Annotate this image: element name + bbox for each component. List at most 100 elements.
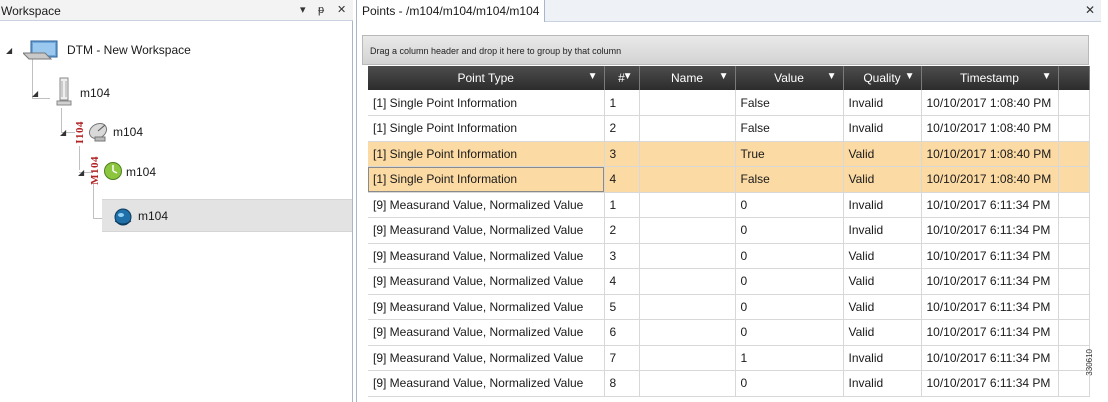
close-icon[interactable]: ✕ — [1085, 3, 1095, 17]
cell-value[interactable]: 0 — [735, 268, 844, 295]
cell-quality[interactable]: Invalid — [843, 192, 922, 218]
cell-quality[interactable]: Valid — [843, 294, 922, 320]
cell-point-type[interactable]: [1] Single Point Information — [368, 141, 605, 167]
cell-quality[interactable]: Valid — [843, 141, 922, 167]
cell-quality[interactable]: Valid — [843, 166, 922, 193]
column-header-point-type[interactable]: Point Type ▼ — [368, 66, 605, 90]
filter-icon[interactable]: ▼ — [827, 71, 837, 82]
expand-icon[interactable]: ◢ — [78, 168, 84, 177]
group-by-bar[interactable]: Drag a column header and drop it here to… — [362, 35, 1089, 65]
cell-name[interactable] — [639, 141, 736, 167]
cell-quality[interactable]: Invalid — [843, 345, 922, 371]
cell-number[interactable]: 1 — [604, 90, 640, 116]
cell-value[interactable]: 1 — [735, 345, 844, 371]
table-row[interactable]: [9] Measurand Value, Normalized Value 4 0 V… — [368, 268, 1090, 295]
cell-timestamp[interactable]: 10/10/2017 6:11:34 PM — [921, 345, 1059, 371]
cell-timestamp[interactable]: 10/10/2017 6:11:34 PM — [921, 243, 1059, 269]
pin-icon[interactable]: ᵽ — [318, 3, 324, 17]
cell-number[interactable]: 2 — [604, 217, 640, 244]
cell-quality[interactable]: Valid — [843, 268, 922, 295]
cell-number[interactable]: 6 — [604, 319, 640, 346]
cell-number[interactable]: 8 — [604, 370, 640, 397]
cell-timestamp[interactable]: 10/10/2017 6:11:34 PM — [921, 370, 1059, 397]
cell-quality[interactable]: Valid — [843, 243, 922, 269]
table-row[interactable]: [9] Measurand Value, Normalized Value 3 0 V… — [368, 243, 1090, 269]
close-icon[interactable]: ✕ — [337, 3, 346, 17]
column-header-number[interactable]: # ▼ — [604, 66, 640, 90]
cell-name[interactable] — [639, 166, 736, 193]
cell-timestamp[interactable]: 10/10/2017 6:11:34 PM — [921, 294, 1059, 320]
cell-timestamp[interactable]: 10/10/2017 6:11:34 PM — [921, 217, 1059, 244]
cell-point-type[interactable]: [1] Single Point Information — [368, 115, 605, 142]
cell-point-type[interactable]: [9] Measurand Value, Normalized Value — [368, 294, 605, 320]
cell-name[interactable] — [639, 268, 736, 295]
expand-icon[interactable]: ◢ — [32, 89, 38, 98]
column-header-value[interactable]: Value ▼ — [735, 66, 844, 90]
cell-number[interactable]: 3 — [604, 243, 640, 269]
cell-name[interactable] — [639, 192, 736, 218]
expand-icon[interactable]: ◢ — [60, 128, 66, 137]
table-row[interactable]: [1] Single Point Information 3 True Valid 10… — [368, 141, 1090, 167]
cell-point-type[interactable]: [9] Measurand Value, Normalized Value — [368, 192, 605, 218]
cell-timestamp[interactable]: 10/10/2017 1:08:40 PM — [921, 90, 1059, 116]
filter-icon[interactable]: ▼ — [719, 71, 729, 82]
table-row[interactable]: [1] Single Point Information 2 False Invali… — [368, 115, 1090, 142]
cell-quality[interactable]: Invalid — [843, 115, 922, 142]
tab-points[interactable]: Points - /m104/m104/m104/m104 — [357, 0, 546, 22]
cell-point-type[interactable]: [9] Measurand Value, Normalized Value — [368, 345, 605, 371]
cell-timestamp[interactable]: 10/10/2017 6:11:34 PM — [921, 319, 1059, 346]
cell-number[interactable]: 1 — [604, 192, 640, 218]
cell-timestamp[interactable]: 10/10/2017 6:11:34 PM — [921, 192, 1059, 218]
filter-icon[interactable]: ▼ — [905, 71, 915, 82]
cell-name[interactable] — [639, 294, 736, 320]
cell-value[interactable]: 0 — [735, 294, 844, 320]
tree-node-m104-station[interactable]: m104 — [102, 199, 352, 232]
cell-point-type[interactable]: [9] Measurand Value, Normalized Value — [368, 217, 605, 244]
cell-name[interactable] — [639, 217, 736, 244]
table-row[interactable]: [9] Measurand Value, Normalized Value 1 0 I… — [368, 192, 1090, 218]
cell-value[interactable]: 0 — [735, 192, 844, 218]
column-header-quality[interactable]: Quality ▼ — [843, 66, 922, 90]
cell-value[interactable]: 0 — [735, 243, 844, 269]
cell-timestamp[interactable]: 10/10/2017 6:11:34 PM — [921, 268, 1059, 295]
table-row[interactable]: [9] Measurand Value, Normalized Value 7 1 I… — [368, 345, 1090, 371]
cell-timestamp[interactable]: 10/10/2017 1:08:40 PM — [921, 115, 1059, 142]
cell-name[interactable] — [639, 345, 736, 371]
cell-point-type[interactable]: [9] Measurand Value, Normalized Value — [368, 268, 605, 295]
cell-point-type[interactable]: [9] Measurand Value, Normalized Value — [368, 319, 605, 346]
filter-icon[interactable]: ▼ — [1042, 71, 1052, 82]
column-header-name[interactable]: Name ▼ — [639, 66, 736, 90]
cell-value[interactable]: True — [735, 141, 844, 167]
cell-timestamp[interactable]: 10/10/2017 1:08:40 PM — [921, 166, 1059, 193]
table-row[interactable]: [9] Measurand Value, Normalized Value 6 0 V… — [368, 319, 1090, 346]
cell-quality[interactable]: Invalid — [843, 217, 922, 244]
cell-number[interactable]: 7 — [604, 345, 640, 371]
cell-point-type[interactable]: [9] Measurand Value, Normalized Value — [368, 370, 605, 397]
cell-value[interactable]: 0 — [735, 370, 844, 397]
filter-icon[interactable]: ▼ — [623, 71, 633, 82]
column-header-timestamp[interactable]: Timestamp ▼ — [921, 66, 1059, 90]
cell-number[interactable]: 4 — [604, 166, 640, 193]
table-row[interactable]: [1] Single Point Information 4 False Valid 1… — [368, 166, 1090, 193]
cell-value[interactable]: False — [735, 166, 844, 193]
cell-timestamp[interactable]: 10/10/2017 1:08:40 PM — [921, 141, 1059, 167]
cell-name[interactable] — [639, 90, 736, 116]
cell-name[interactable] — [639, 370, 736, 397]
cell-quality[interactable]: Invalid — [843, 370, 922, 397]
cell-value[interactable]: 0 — [735, 319, 844, 346]
cell-value[interactable]: False — [735, 115, 844, 142]
cell-number[interactable]: 2 — [604, 115, 640, 142]
cell-value[interactable]: False — [735, 90, 844, 116]
expand-icon[interactable]: ◢ — [6, 46, 12, 55]
cell-point-type[interactable]: [9] Measurand Value, Normalized Value — [368, 243, 605, 269]
cell-name[interactable] — [639, 319, 736, 346]
cell-point-type[interactable]: [1] Single Point Information — [368, 166, 605, 193]
cell-value[interactable]: 0 — [735, 217, 844, 244]
table-row[interactable]: [9] Measurand Value, Normalized Value 5 0 V… — [368, 294, 1090, 320]
table-row[interactable]: [9] Measurand Value, Normalized Value 8 0 I… — [368, 370, 1090, 397]
cell-name[interactable] — [639, 115, 736, 142]
cell-name[interactable] — [639, 243, 736, 269]
table-row[interactable]: [1] Single Point Information 1 False Invali… — [368, 90, 1090, 116]
cell-quality[interactable]: Valid — [843, 319, 922, 346]
cell-number[interactable]: 3 — [604, 141, 640, 167]
